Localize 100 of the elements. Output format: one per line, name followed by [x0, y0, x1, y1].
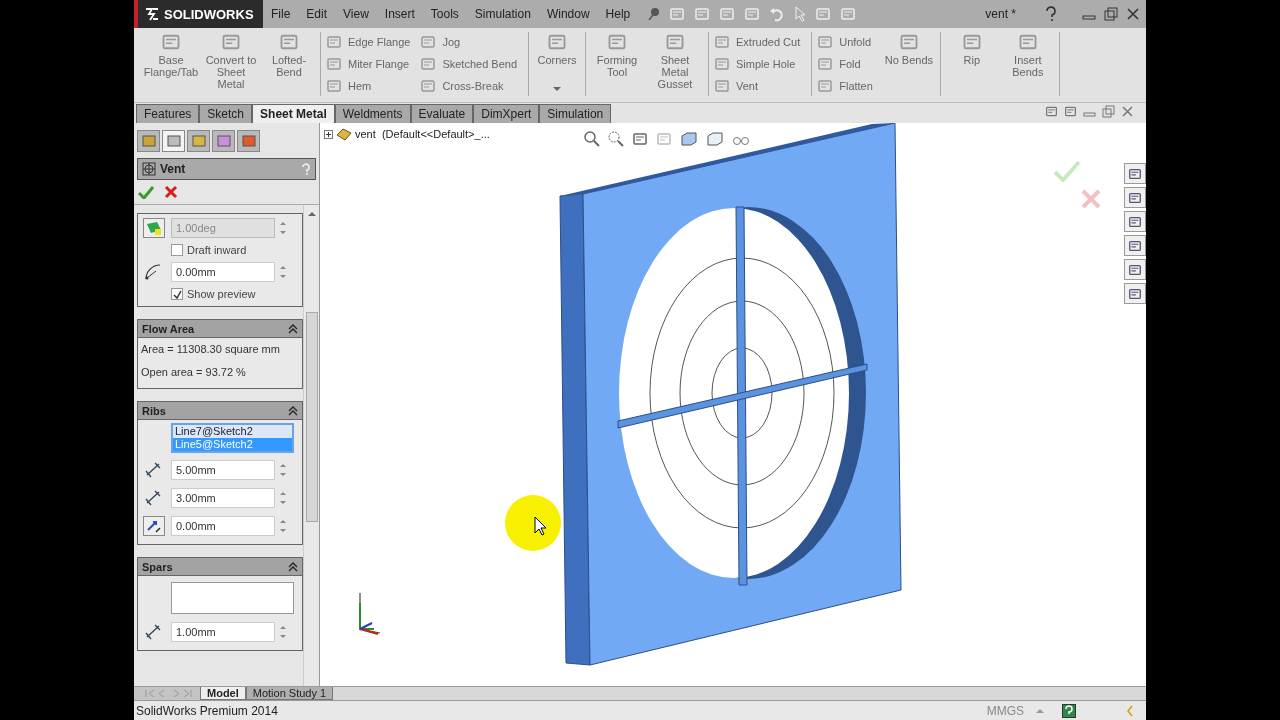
command-tab[interactable]: Features [136, 104, 200, 123]
draft-icon[interactable] [143, 218, 165, 238]
command-tab[interactable]: Weldments [334, 104, 411, 123]
spinner-icon[interactable] [279, 462, 287, 478]
checkbox-box[interactable] [171, 244, 183, 256]
zoom-area-icon[interactable] [608, 131, 624, 147]
panel-tab[interactable] [187, 130, 210, 152]
ribbon-button[interactable]: Vent [714, 76, 807, 96]
close-icon[interactable] [1126, 7, 1140, 21]
menu-item[interactable]: Help [597, 7, 639, 21]
panel-tab[interactable] [162, 130, 185, 152]
vent-icon [142, 162, 156, 176]
task-pane-button[interactable] [1124, 259, 1146, 280]
depth-field[interactable]: 5.00mm [171, 460, 275, 480]
ribbon-button[interactable]: Miter Flange [326, 54, 417, 74]
scrollbar[interactable] [303, 205, 319, 686]
tree-item[interactable]: vent (Default<<Default>_... [324, 127, 490, 141]
menu-item[interactable]: File [263, 7, 299, 21]
ribbon-button[interactable]: Convert to Sheet Metal [203, 32, 259, 96]
command-tab[interactable]: Evaluate [410, 104, 474, 123]
zoom-icon[interactable] [584, 131, 600, 147]
pin-icon[interactable] [648, 7, 661, 21]
menu-item[interactable]: Window [538, 7, 598, 21]
ribbon-button[interactable]: Flatten [817, 76, 879, 96]
ribbon-button[interactable]: Forming Tool [591, 32, 643, 96]
bottom-tab[interactable]: Model [200, 687, 246, 700]
ok-check-icon[interactable] [138, 185, 154, 199]
ribbon-button[interactable]: Unfold [817, 32, 879, 52]
ribbon-button[interactable]: Simple Hole [714, 54, 807, 74]
group-header[interactable]: Flow Area [138, 320, 302, 338]
command-tab[interactable]: Simulation [539, 104, 612, 123]
offset-field[interactable]: 0.00mm [171, 516, 275, 536]
checkbox-box[interactable] [171, 288, 183, 300]
ribbon-button[interactable]: Base Flange/Tab [143, 32, 199, 96]
ribbon-button[interactable]: Extruded Cut [714, 32, 807, 52]
ribbon-button[interactable]: Lofted-Bend [263, 32, 315, 96]
command-tab[interactable]: Sheet Metal [252, 104, 335, 123]
checkbox[interactable]: Show preview [138, 286, 302, 302]
task-pane-button[interactable] [1124, 211, 1146, 232]
ribbon-button[interactable]: Jog [420, 32, 523, 52]
ribbon-button[interactable]: Insert Bends [1001, 32, 1054, 96]
expand-icon[interactable] [324, 129, 333, 139]
scroll-up-icon[interactable] [307, 211, 316, 217]
tree-label: vent (Default<<Default>_... [355, 128, 490, 140]
task-pane-button[interactable] [1124, 187, 1146, 208]
collapse-icon[interactable] [288, 323, 298, 334]
offset-icon[interactable] [143, 516, 165, 536]
restore-icon[interactable] [1102, 104, 1115, 118]
group-header[interactable]: Spars [138, 558, 302, 576]
checkbox[interactable]: Draft inward [138, 242, 302, 258]
width-field[interactable]: 3.00mm [171, 488, 275, 508]
panel-tab[interactable] [237, 130, 260, 152]
menu-item[interactable]: Insert [376, 7, 423, 21]
ribbon-button[interactable]: Cross-Break [420, 76, 523, 96]
bottom-tab[interactable]: Motion Study 1 [245, 687, 334, 700]
menu-item[interactable]: Simulation [466, 7, 539, 21]
part-icon [336, 127, 352, 141]
document-title: vent * [985, 7, 1016, 21]
panel-tab[interactable] [137, 130, 160, 152]
close-icon[interactable] [1121, 104, 1134, 118]
spinner-icon[interactable] [279, 264, 287, 280]
restore-icon[interactable] [1104, 7, 1118, 21]
spinner-icon[interactable] [279, 490, 287, 506]
display-style-icon[interactable] [706, 131, 724, 147]
cancel-icon[interactable] [164, 185, 178, 199]
ribbon-button[interactable]: Hem [326, 76, 417, 96]
ribbon-button[interactable]: Sketched Bend [420, 54, 523, 74]
view-orientation-icon[interactable] [680, 131, 698, 147]
task-pane-button[interactable] [1124, 163, 1146, 184]
ribbon-button[interactable]: Corners [534, 32, 580, 96]
spinner-icon[interactable] [279, 220, 287, 236]
menu-item[interactable]: Tools [422, 7, 467, 21]
radius-field[interactable]: 0.00mm [171, 262, 275, 282]
select-icon[interactable] [794, 6, 807, 22]
help-icon[interactable] [1062, 703, 1076, 718]
collapse-icon[interactable] [288, 405, 298, 416]
panel-tab[interactable] [212, 130, 235, 152]
task-pane-button[interactable] [1124, 235, 1146, 256]
ribbon-button[interactable]: No Bends [882, 32, 935, 96]
help-icon[interactable] [1044, 6, 1058, 22]
list-item[interactable]: Line7@Sketch2 [173, 425, 292, 438]
undo-icon[interactable] [769, 6, 786, 22]
tab-scroll-icon[interactable] [134, 687, 200, 700]
selection-list[interactable]: Line7@Sketch2 Line5@Sketch2 [171, 423, 294, 453]
command-tab[interactable]: DimXpert [473, 104, 540, 123]
command-tab[interactable]: Sketch [199, 104, 253, 123]
spinner-icon[interactable] [279, 624, 287, 640]
spinner-icon[interactable] [279, 518, 287, 534]
ribbon-button[interactable]: Edge Flange [326, 32, 417, 52]
task-pane-button[interactable] [1124, 283, 1146, 304]
selection-list[interactable] [171, 582, 294, 614]
caret-icon[interactable] [1036, 707, 1044, 714]
width-field[interactable]: 1.00mm [171, 622, 275, 642]
group-header[interactable]: Ribs [138, 402, 302, 420]
menu-item[interactable]: View [335, 7, 377, 21]
ribbon-button[interactable]: Sheet Metal Gusset [647, 32, 703, 96]
ribbon-button[interactable]: Fold [817, 54, 879, 74]
collapse-icon[interactable] [288, 561, 298, 572]
ribbon-button[interactable]: Rip [945, 32, 998, 96]
menu-item[interactable]: Edit [298, 7, 336, 21]
